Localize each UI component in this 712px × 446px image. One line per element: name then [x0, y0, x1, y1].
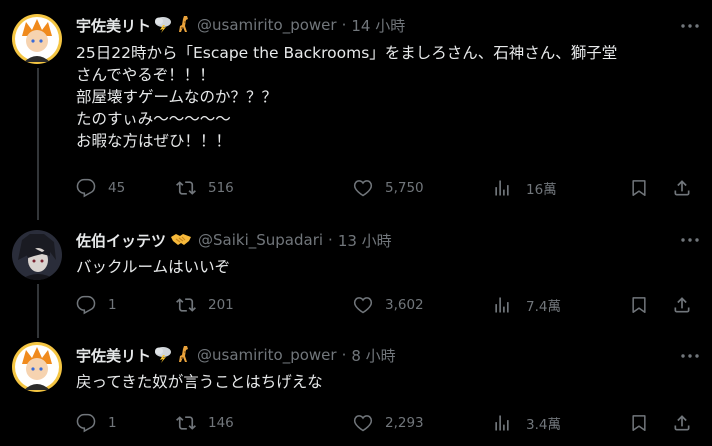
thunder-cloud-icon: [153, 15, 173, 36]
more-options-icon[interactable]: [680, 346, 700, 366]
share-button[interactable]: [672, 294, 692, 316]
timestamp[interactable]: 14 小時: [351, 15, 405, 36]
avatar[interactable]: [12, 230, 62, 280]
reply-count: 1: [108, 415, 117, 431]
reply-count: 45: [108, 180, 126, 196]
reply-count: 1: [108, 297, 117, 313]
retweet-button[interactable]: 146: [176, 412, 234, 434]
handle[interactable]: @Saiki_Supadari: [198, 231, 323, 249]
retweet-button[interactable]: 516: [176, 177, 234, 199]
like-button[interactable]: 2,293: [353, 412, 424, 434]
tweet[interactable]: 宇佐美リト @usamirito_power · 8 小時 戻ってきた奴が言うこ…: [0, 338, 712, 446]
reply-icon: [76, 178, 96, 198]
heart-icon: [353, 297, 373, 314]
more-options-icon[interactable]: [680, 230, 700, 250]
retweet-count: 201: [208, 297, 234, 313]
share-icon: [674, 415, 690, 431]
tweet-header: 佐伯イッテツ @Saiki_Supadari · 13 小時: [76, 229, 392, 251]
retweet-button[interactable]: 201: [176, 294, 234, 316]
timestamp[interactable]: 13 小時: [338, 230, 392, 251]
bookmark-button[interactable]: [629, 177, 649, 199]
separator-dot: ·: [328, 231, 333, 249]
like-count: 5,750: [385, 180, 424, 196]
heart-icon: [353, 415, 373, 432]
like-button[interactable]: 3,602: [353, 294, 424, 316]
handle[interactable]: @usamirito_power: [197, 16, 337, 34]
timestamp[interactable]: 8 小時: [351, 345, 395, 366]
retweet-icon: [176, 181, 196, 195]
share-icon: [674, 180, 690, 196]
retweet-count: 146: [208, 415, 234, 431]
views-button[interactable]: 7.4萬: [492, 294, 561, 316]
thunder-cloud-icon: [153, 345, 173, 366]
reply-button[interactable]: 45: [76, 177, 125, 199]
analytics-icon: [495, 180, 509, 196]
retweet-icon: [176, 416, 196, 430]
bookmark-icon: [632, 180, 646, 196]
separator-dot: ·: [341, 16, 347, 34]
tweet[interactable]: 佐伯イッテツ @Saiki_Supadari · 13 小時 バックルームはいい…: [0, 220, 712, 338]
tweet-text: バックルームはいいぞ: [76, 258, 231, 276]
reply-button[interactable]: 1: [76, 412, 117, 434]
bookmark-button[interactable]: [629, 294, 649, 316]
analytics-icon: [495, 415, 509, 431]
bookmark-icon: [632, 415, 646, 431]
like-count: 3,602: [385, 297, 424, 313]
more-options-icon[interactable]: [680, 16, 700, 36]
bookmark-icon: [632, 297, 646, 313]
reply-icon: [76, 295, 96, 315]
heart-icon: [353, 180, 373, 197]
avatar[interactable]: [12, 342, 62, 392]
share-button[interactable]: [672, 412, 692, 434]
tweet[interactable]: 宇佐美リト @usamirito_power · 14 小時 25日22時から「…: [0, 0, 712, 220]
display-name[interactable]: 宇佐美リト: [76, 15, 151, 36]
tweet-actions: 1 146 2,293 3.4萬: [76, 412, 698, 434]
separator-dot: ·: [341, 346, 347, 364]
tweet-actions: 1 201 3,602 7.4萬: [76, 294, 698, 316]
bookmark-button[interactable]: [629, 412, 649, 434]
tweet-header: 宇佐美リト @usamirito_power · 8 小時: [76, 344, 396, 366]
view-count: 7.4萬: [526, 299, 561, 315]
analytics-icon: [495, 297, 509, 313]
handshake-icon: [170, 231, 192, 250]
view-count: 3.4萬: [526, 417, 561, 433]
reply-icon: [76, 413, 96, 433]
retweet-count: 516: [208, 180, 234, 196]
reply-button[interactable]: 1: [76, 294, 117, 316]
display-name[interactable]: 佐伯イッテツ: [76, 230, 166, 251]
tweet-text: 25日22時から「Escape the Backrooms」をましろさん、石神さ…: [76, 44, 618, 150]
retweet-icon: [176, 298, 196, 312]
display-name[interactable]: 宇佐美リト: [76, 345, 151, 366]
views-button[interactable]: 16萬: [492, 177, 557, 199]
tweet-header: 宇佐美リト @usamirito_power · 14 小時: [76, 14, 405, 36]
handle[interactable]: @usamirito_power: [197, 346, 337, 364]
giraffe-icon: [175, 15, 191, 36]
share-icon: [674, 297, 690, 313]
like-button[interactable]: 5,750: [353, 177, 424, 199]
giraffe-icon: [175, 345, 191, 366]
tweet-actions: 45 516 5,750 16萬: [76, 177, 698, 199]
share-button[interactable]: [672, 177, 692, 199]
tweet-text: 戻ってきた奴が言うことはちげえな: [76, 373, 323, 391]
like-count: 2,293: [385, 415, 424, 431]
views-button[interactable]: 3.4萬: [492, 412, 561, 434]
view-count: 16萬: [526, 182, 557, 198]
avatar[interactable]: [12, 14, 62, 64]
